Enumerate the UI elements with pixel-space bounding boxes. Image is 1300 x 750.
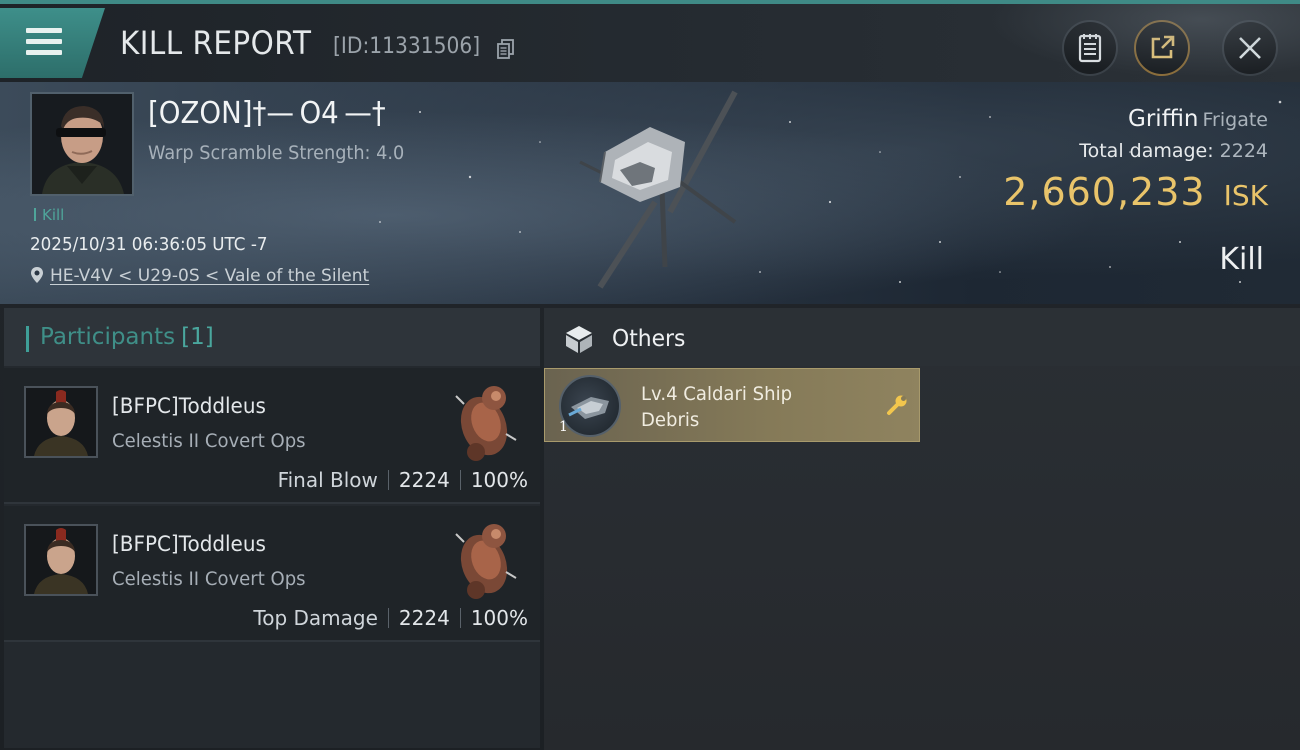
participant-portrait-image xyxy=(26,388,96,456)
participant-ship: Celestis II Covert Ops xyxy=(112,430,306,452)
total-damage-label: Total damage: xyxy=(1079,140,1214,162)
participant-ship-image[interactable] xyxy=(436,374,528,466)
participant-damage: 2224 xyxy=(398,606,450,630)
participant-stats: Final Blow 2224 100% xyxy=(278,468,528,492)
participant-percent: 100% xyxy=(470,606,528,630)
participant-role: Top Damage xyxy=(253,606,378,630)
result-label: Kill xyxy=(1219,242,1264,277)
total-damage: Total damage: 2224 xyxy=(1079,140,1268,162)
victim-portrait[interactable] xyxy=(30,92,134,196)
isk-unit: ISK xyxy=(1223,179,1268,212)
stat-divider xyxy=(459,470,461,490)
participant-damage: 2224 xyxy=(398,468,450,492)
participants-header: Participants [1] xyxy=(4,308,540,366)
kill-tag: Kill xyxy=(34,206,64,224)
top-bar: KILL REPORT [ID:11331506] xyxy=(0,0,1300,82)
location-link[interactable]: HE-V4V < U29-0S < Vale of the Silent xyxy=(50,266,369,286)
kill-report-screen: KILL REPORT [ID:11331506] [OZON]†— O4 —†… xyxy=(0,0,1300,750)
close-button[interactable] xyxy=(1222,20,1278,76)
participants-count: [1] xyxy=(181,324,214,350)
participant-portrait[interactable] xyxy=(24,386,98,458)
victim-ship-name: Griffin Frigate xyxy=(1128,106,1268,132)
isk-value: 2,660,233 ISK xyxy=(1003,170,1268,214)
participant-ship: Celestis II Covert Ops xyxy=(112,568,306,590)
isk-amount: 2,660,233 xyxy=(1003,170,1206,214)
hamburger-menu-icon xyxy=(26,28,62,56)
share-button[interactable] xyxy=(1134,20,1190,76)
victim-ship-image[interactable] xyxy=(560,82,760,304)
debris-image xyxy=(568,397,609,419)
cargo-box-icon xyxy=(566,326,592,353)
stat-divider xyxy=(387,470,389,490)
participant-name[interactable]: [BFPC]Toddleus xyxy=(112,532,266,556)
location-pin-icon xyxy=(31,267,43,283)
participant-portrait-image xyxy=(26,526,96,594)
menu-button[interactable] xyxy=(0,8,105,78)
share-icon xyxy=(1151,35,1175,59)
kill-location[interactable]: HE-V4V < U29-0S < Vale of the Silent xyxy=(30,266,369,286)
ship-name[interactable]: Griffin xyxy=(1128,106,1198,132)
loot-quantity: 1 xyxy=(559,419,568,435)
ship-class: Frigate xyxy=(1202,109,1268,131)
others-panel: Others 1 Lv.4 Caldari Ship Debris xyxy=(544,308,1300,750)
participant-row[interactable]: [BFPC]Toddleus Celestis II Covert Ops To… xyxy=(4,506,540,642)
loot-item-thumbnail xyxy=(559,375,621,437)
loot-item-name: Lv.4 Caldari Ship Debris xyxy=(641,383,793,431)
notes-button[interactable] xyxy=(1062,20,1118,76)
participants-title: Participants [1] xyxy=(40,324,214,350)
pilot-portrait-image xyxy=(32,94,132,194)
total-damage-value: 2224 xyxy=(1219,140,1268,162)
participant-row[interactable]: [BFPC]Toddleus Celestis II Covert Ops Fi… xyxy=(4,368,540,504)
kill-datetime: 2025/10/31 06:36:05 UTC -7 xyxy=(30,234,268,255)
participant-portrait[interactable] xyxy=(24,524,98,596)
copy-icon[interactable] xyxy=(497,39,515,59)
stat-divider xyxy=(387,608,389,628)
header-accent-bar xyxy=(26,326,29,352)
participants-title-label: Participants xyxy=(40,324,176,350)
warp-scramble-strength: Warp Scramble Strength: 4.0 xyxy=(148,142,405,164)
victim-name[interactable]: [OZON]†— O4 —† xyxy=(148,96,386,131)
participant-role: Final Blow xyxy=(277,468,378,492)
participants-panel: Participants [1] [BFPC]Toddleus Celestis … xyxy=(4,308,540,748)
participant-ship-image[interactable] xyxy=(436,512,528,604)
wrench-icon[interactable] xyxy=(885,393,909,417)
loot-item[interactable]: 1 Lv.4 Caldari Ship Debris xyxy=(544,368,920,442)
others-title: Others xyxy=(612,326,686,352)
participant-stats: Top Damage 2224 100% xyxy=(253,606,528,630)
victim-banner: [OZON]†— O4 —† Warp Scramble Strength: 4… xyxy=(0,82,1300,304)
participant-percent: 100% xyxy=(470,468,528,492)
report-id: [ID:11331506] xyxy=(333,34,481,59)
page-title: KILL REPORT xyxy=(120,24,312,62)
participant-name[interactable]: [BFPC]Toddleus xyxy=(112,394,266,418)
close-icon xyxy=(1239,37,1261,59)
others-header: Others xyxy=(544,308,1300,366)
stat-divider xyxy=(459,608,461,628)
notepad-icon xyxy=(1078,34,1102,63)
